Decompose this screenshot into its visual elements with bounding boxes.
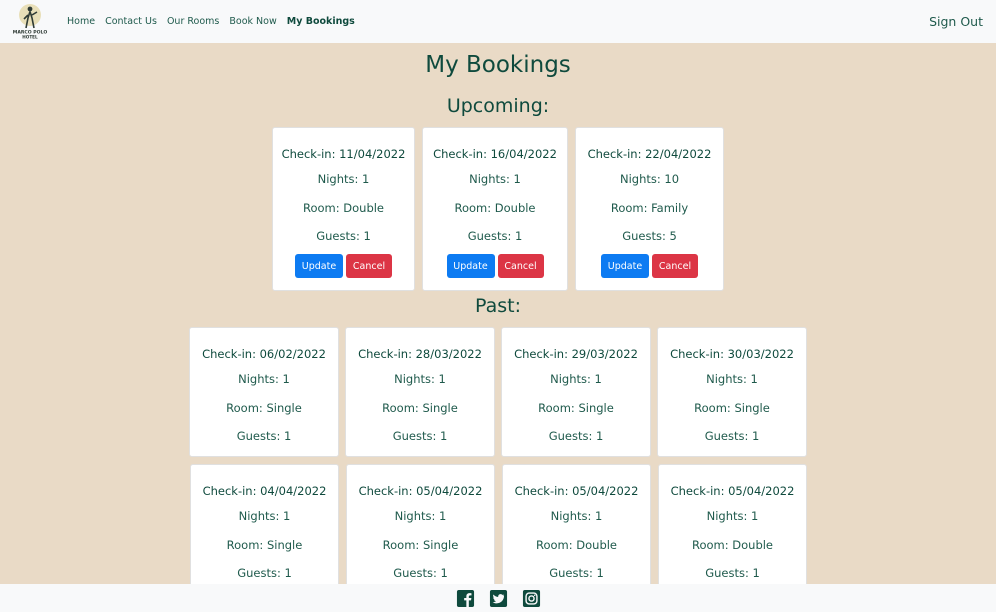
update-button[interactable]: Update [446, 254, 495, 278]
checkin-date: Check-in: 16/04/2022 [433, 147, 557, 161]
cancel-button[interactable]: Cancel [652, 254, 698, 278]
nav-home[interactable]: Home [67, 16, 95, 27]
checkin-date: Check-in: 30/03/2022 [670, 347, 794, 361]
nights: Nights: 10 [619, 172, 680, 186]
guests: Guests: 1 [316, 229, 371, 243]
past-booking-card: Check-in: 28/03/2022 Nights: 1 Room: Sin… [345, 327, 495, 457]
instagram-icon[interactable] [522, 589, 541, 608]
guests: Guests: 1 [704, 429, 760, 443]
nights: Nights: 1 [317, 172, 370, 186]
past-booking-card: Check-in: 30/03/2022 Nights: 1 Room: Sin… [657, 327, 807, 457]
cancel-button[interactable]: Cancel [346, 254, 392, 278]
guests: Guests: 1 [549, 566, 604, 580]
past-booking-card: Check-in: 04/04/2022 Nights: 1 Room: Sin… [190, 464, 339, 594]
room-type: Room: Single [226, 401, 302, 415]
checkin-date: Check-in: 11/04/2022 [281, 147, 406, 161]
past-booking-card: Check-in: 29/03/2022 Nights: 1 Room: Sin… [501, 327, 651, 457]
guests: Guests: 1 [467, 229, 523, 243]
nav-contact-us[interactable]: Contact Us [105, 16, 157, 27]
checkin-date: Check-in: 29/03/2022 [514, 347, 638, 361]
hotel-logo[interactable]: MARCO POLO HOTEL [6, 2, 54, 40]
past-heading: Past: [475, 295, 521, 317]
card-actions: Update Cancel [273, 254, 414, 278]
footer [0, 584, 996, 612]
room-type: Room: Single [382, 401, 458, 415]
update-button[interactable]: Update [601, 254, 649, 278]
guests: Guests: 1 [393, 566, 448, 580]
past-booking-card: Check-in: 05/04/2022 Nights: 1 Room: Dou… [658, 464, 807, 594]
room-type: Room: Double [535, 538, 618, 552]
guests: Guests: 1 [236, 429, 292, 443]
room-type: Room: Double [302, 201, 385, 215]
checkin-date: Check-in: 05/04/2022 [670, 484, 795, 498]
nav-book-now[interactable]: Book Now [229, 16, 276, 27]
guests: Guests: 1 [705, 566, 760, 580]
checkin-date: Check-in: 05/04/2022 [514, 484, 639, 498]
twitter-icon[interactable] [489, 589, 508, 608]
past-booking-card: Check-in: 05/04/2022 Nights: 1 Room: Dou… [502, 464, 651, 594]
sign-out-link[interactable]: Sign Out [929, 0, 983, 43]
checkin-date: Check-in: 05/04/2022 [358, 484, 483, 498]
nights: Nights: 1 [238, 509, 291, 523]
room-type: Room: Family [610, 201, 689, 215]
room-type: Room: Single [226, 538, 303, 552]
guests: Guests: 1 [548, 429, 604, 443]
checkin-date: Check-in: 22/04/2022 [587, 147, 712, 161]
checkin-date: Check-in: 28/03/2022 [358, 347, 482, 361]
nights: Nights: 1 [550, 372, 602, 386]
upcoming-booking-card: Check-in: 11/04/2022 Nights: 1 Room: Dou… [272, 127, 415, 291]
guests: Guests: 5 [622, 229, 677, 243]
upcoming-heading: Upcoming: [446, 95, 550, 117]
room-type: Room: Single [694, 401, 770, 415]
cancel-button[interactable]: Cancel [497, 254, 544, 278]
nav-my-bookings[interactable]: My Bookings [287, 16, 355, 27]
upcoming-booking-card: Check-in: 22/04/2022 Nights: 10 Room: Fa… [575, 127, 724, 291]
checkin-date: Check-in: 04/04/2022 [202, 484, 327, 498]
past-booking-card: Check-in: 05/04/2022 Nights: 1 Room: Sin… [346, 464, 495, 594]
nights: Nights: 1 [238, 372, 290, 386]
past-booking-card: Check-in: 06/02/2022 Nights: 1 Room: Sin… [189, 327, 339, 457]
nights: Nights: 1 [394, 509, 447, 523]
nights: Nights: 1 [394, 372, 446, 386]
nav-our-rooms[interactable]: Our Rooms [167, 16, 219, 27]
guests: Guests: 1 [392, 429, 448, 443]
facebook-icon[interactable] [456, 589, 475, 608]
upcoming-booking-card: Check-in: 16/04/2022 Nights: 1 Room: Dou… [422, 127, 568, 291]
nights: Nights: 1 [469, 172, 521, 186]
guests: Guests: 1 [237, 566, 292, 580]
room-type: Room: Single [538, 401, 614, 415]
room-type: Room: Single [382, 538, 459, 552]
room-type: Room: Double [691, 538, 774, 552]
nights: Nights: 1 [706, 372, 758, 386]
svg-text:HOTEL: HOTEL [22, 35, 38, 40]
card-actions: Update Cancel [423, 254, 567, 278]
nav-links: Home Contact Us Our Rooms Book Now My Bo… [67, 0, 355, 43]
navbar: MARCO POLO HOTEL Home Contact Us Our Roo… [0, 0, 996, 43]
page-title: My Bookings [425, 52, 571, 78]
card-actions: Update Cancel [576, 254, 723, 278]
nights: Nights: 1 [706, 509, 759, 523]
update-button[interactable]: Update [295, 254, 343, 278]
checkin-date: Check-in: 06/02/2022 [202, 347, 326, 361]
nights: Nights: 1 [550, 509, 603, 523]
room-type: Room: Double [454, 201, 536, 215]
